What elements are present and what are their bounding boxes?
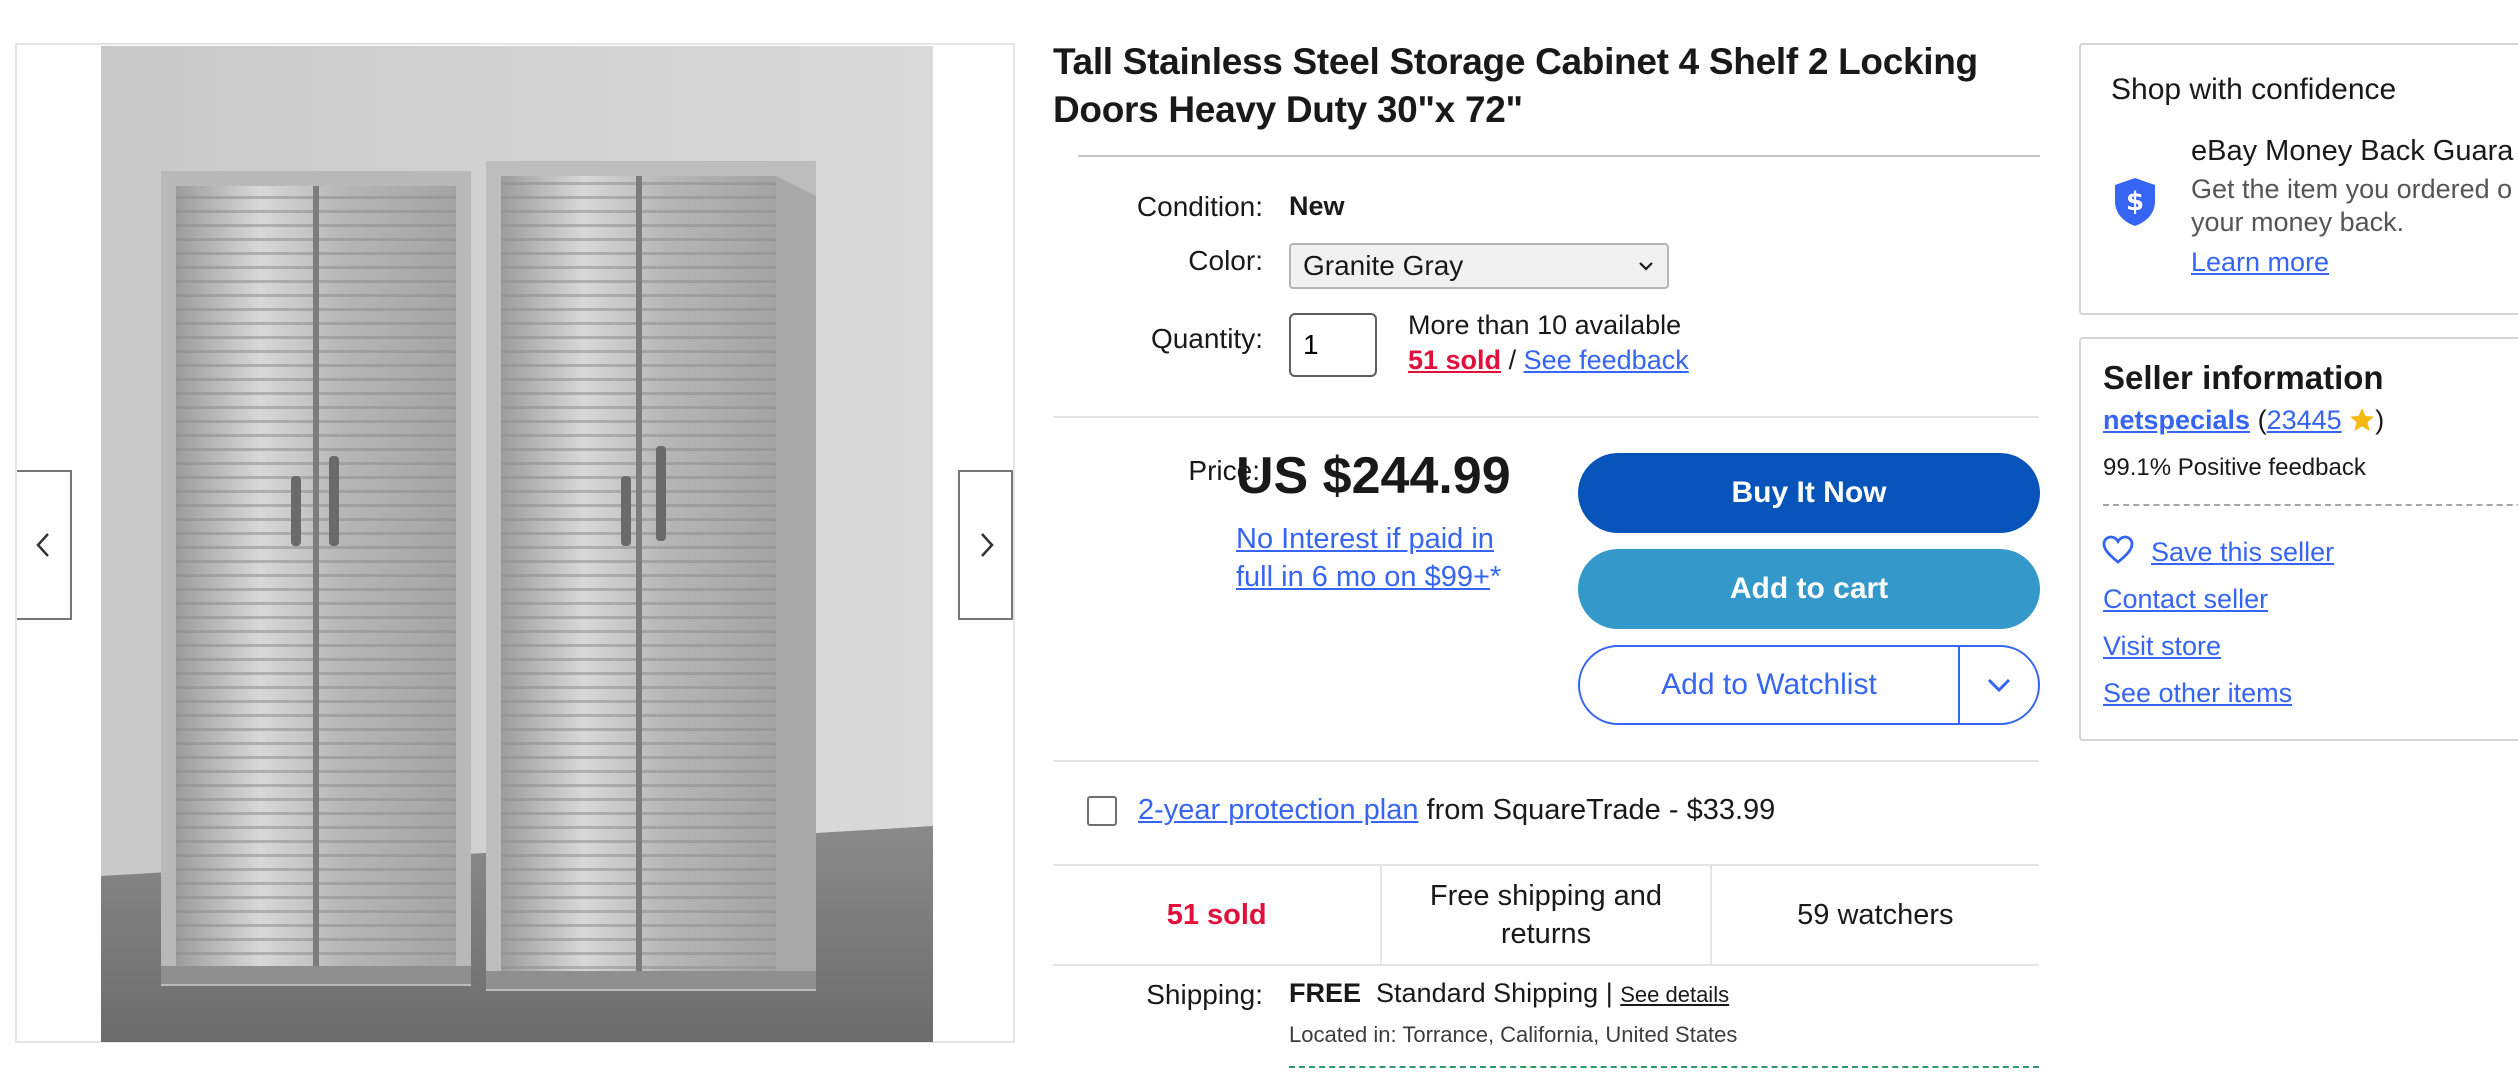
stat-shipping-line-2: returns bbox=[1500, 918, 1592, 950]
quantity-label: Quantity: bbox=[1150, 323, 1263, 354]
sold-link[interactable]: 51 sold bbox=[1408, 345, 1501, 375]
add-to-watchlist-button[interactable]: Add to Watchlist bbox=[1580, 647, 1960, 723]
shipping-dotted-divider bbox=[1289, 1066, 2039, 1068]
price-value: US $244.99 bbox=[1236, 447, 1511, 505]
svg-text:$: $ bbox=[2126, 187, 2144, 217]
seller-heading: Seller information bbox=[2103, 359, 2384, 396]
learn-more-link[interactable]: Learn more bbox=[2191, 247, 2329, 278]
previous-image-button[interactable] bbox=[17, 470, 72, 620]
heart-icon[interactable] bbox=[2102, 535, 2134, 565]
protection-plan-checkbox[interactable] bbox=[1087, 796, 1117, 826]
sold-separator: / bbox=[1508, 345, 1517, 375]
protection-plan-price: from SquareTrade - $33.99 bbox=[1418, 794, 1776, 826]
color-select[interactable]: Granite Gray bbox=[1289, 243, 1669, 289]
see-feedback-link[interactable]: See feedback bbox=[1524, 345, 1689, 375]
color-label: Color: bbox=[1188, 245, 1263, 276]
seller-information-card: Seller information netspecials (23445 ) … bbox=[2079, 337, 2518, 741]
see-details-link[interactable]: See details bbox=[1620, 982, 1729, 1007]
chevron-left-icon bbox=[35, 533, 49, 557]
star-icon bbox=[2350, 408, 2375, 431]
title-line-1: Tall Stainless Steel Storage Cabinet 4 S… bbox=[1053, 41, 1978, 82]
save-seller-link[interactable]: Save this seller bbox=[2151, 537, 2334, 568]
financing-link-line-2[interactable]: full in 6 mo on $99+ bbox=[1236, 561, 1490, 593]
financing-link-line-1[interactable]: No Interest if paid in bbox=[1236, 523, 1494, 555]
seller-name-link[interactable]: netspecials bbox=[2103, 405, 2250, 435]
chevron-down-icon bbox=[1639, 262, 1653, 271]
seller-score-link[interactable]: 23445 bbox=[2267, 405, 2342, 435]
sold-feedback-line: 51 sold / See feedback bbox=[1408, 345, 1689, 376]
color-selected-value: Granite Gray bbox=[1303, 250, 1464, 281]
positive-feedback: 99.1% Positive feedback bbox=[2103, 454, 2366, 481]
protection-plan-text: 2-year protection plan from SquareTrade … bbox=[1138, 794, 1775, 827]
image-gallery bbox=[15, 43, 1015, 1043]
shipping-method: Standard Shipping | bbox=[1376, 978, 1613, 1008]
stat-watchers: 59 watchers bbox=[1709, 866, 2039, 964]
section-divider bbox=[1053, 760, 2039, 762]
watchlist-dropdown-button[interactable] bbox=[1960, 647, 2038, 723]
contact-seller-link[interactable]: Contact seller bbox=[2103, 584, 2268, 615]
product-title: Tall Stainless Steel Storage Cabinet 4 S… bbox=[1053, 38, 2043, 134]
seller-score-close: ) bbox=[2375, 405, 2385, 435]
seller-dotted-divider bbox=[2103, 504, 2518, 506]
listing-stats: 51 sold Free shipping and returns 59 watc… bbox=[1053, 864, 2039, 966]
stat-sold: 51 sold bbox=[1166, 899, 1267, 931]
see-other-items-link[interactable]: See other items bbox=[2103, 678, 2292, 709]
product-photo[interactable] bbox=[101, 46, 933, 1042]
stat-shipping: Free shipping and returns bbox=[1380, 866, 1709, 964]
watchlist-control: Add to Watchlist bbox=[1578, 645, 2040, 725]
shipping-info: FREE Standard Shipping | See details bbox=[1289, 978, 1729, 1009]
title-line-2: Doors Heavy Duty 30"x 72" bbox=[1053, 89, 1523, 130]
condition-value: New bbox=[1289, 191, 1345, 221]
shop-with-confidence-card: Shop with confidence $ eBay Money Back G… bbox=[2079, 43, 2518, 315]
quantity-input[interactable] bbox=[1289, 313, 1377, 377]
add-to-cart-button[interactable]: Add to cart bbox=[1578, 549, 2040, 629]
financing-asterisk: * bbox=[1489, 561, 1502, 593]
guarantee-text-line-2: your money back. bbox=[2191, 207, 2405, 237]
availability-text: More than 10 available bbox=[1408, 310, 1682, 340]
financing-offer: No Interest if paid in full in 6 mo on $… bbox=[1236, 520, 1501, 596]
chevron-down-icon bbox=[1987, 678, 2011, 693]
protection-plan-link[interactable]: 2-year protection plan bbox=[1138, 794, 1419, 826]
buy-it-now-button[interactable]: Buy It Now bbox=[1578, 453, 2040, 533]
chevron-right-icon bbox=[980, 533, 994, 557]
next-image-button[interactable] bbox=[958, 470, 1013, 620]
shield-dollar-icon: $ bbox=[2115, 178, 2155, 226]
visit-store-link[interactable]: Visit store bbox=[2103, 631, 2221, 662]
shipping-label: Shipping: bbox=[1146, 979, 1263, 1010]
title-divider bbox=[1078, 155, 2040, 157]
guarantee-text-line-1: Get the item you ordered o bbox=[2191, 174, 2513, 204]
seller-score-open: ( bbox=[2257, 405, 2267, 435]
section-divider bbox=[1053, 416, 2039, 418]
item-location: Located in: Torrance, California, United… bbox=[1289, 1022, 1738, 1047]
stat-shipping-line-1: Free shipping and bbox=[1429, 880, 1663, 912]
guarantee-title: eBay Money Back Guara bbox=[2191, 135, 2514, 167]
shipping-free: FREE bbox=[1289, 978, 1362, 1008]
cabinet-illustration bbox=[101, 46, 933, 1042]
condition-label: Condition: bbox=[1136, 191, 1263, 222]
guarantee-description: Get the item you ordered o your money ba… bbox=[2191, 173, 2512, 239]
confidence-heading: Shop with confidence bbox=[2111, 73, 2397, 106]
seller-name-line: netspecials (23445 ) bbox=[2103, 405, 2384, 436]
